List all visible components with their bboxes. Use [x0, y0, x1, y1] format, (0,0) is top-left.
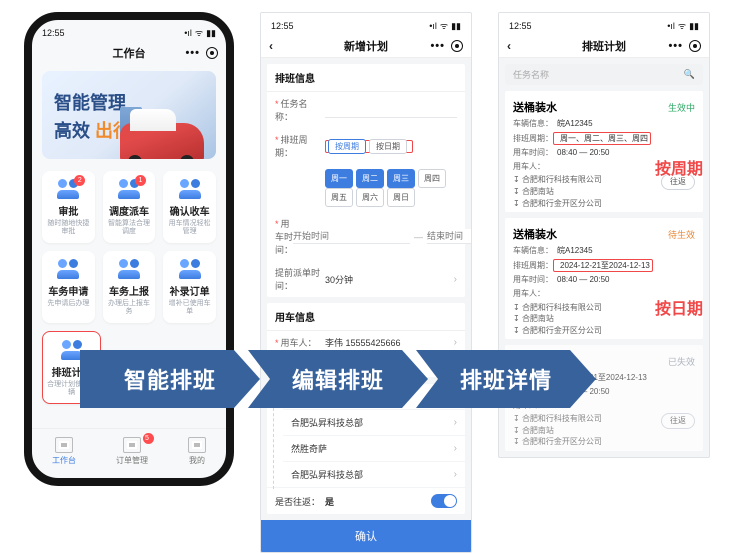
value-user: 李伟 15555425666 [325, 336, 401, 349]
cycle-highlight: 2024-12-21至2024-12-13 [553, 259, 653, 273]
more-icon[interactable] [430, 40, 445, 52]
phone-workbench: 12:55 •ılᯤ▮▮ 工作台 智能管理 高效 出行 2 审批 随时随地快捷审… [24, 12, 234, 486]
navbar: ‹ 排班计划 [499, 34, 709, 58]
label-time: 用车时间： [275, 217, 293, 256]
flow-steps: 智能排班 编辑排班 排班详情 [80, 350, 584, 408]
card-approval[interactable]: 2 审批 随时随地快捷审批 [42, 171, 95, 243]
tab-orders[interactable]: 5订单管理 [116, 437, 148, 466]
section-schedule-info: 排班信息 任务名称： 排班周期： 按周期按日期 周一 周二 周三 周四 周五 周… [267, 64, 465, 297]
hero-banner[interactable]: 智能管理 高效 出行 [42, 71, 216, 159]
flow-step-2: 编辑排班 [248, 350, 428, 408]
search-box[interactable]: 任务名称🔍 [505, 64, 703, 85]
pill-sun[interactable]: 周日 [387, 188, 415, 207]
roundtrip-pill[interactable]: 往返 [661, 413, 695, 429]
annotation-by-week: 按周期 [655, 155, 703, 179]
card-return[interactable]: 确认收车 用车情况轻松管理 [163, 171, 216, 243]
cycle-highlight: 周一、周二、周三、周四 [553, 132, 651, 146]
more-icon[interactable] [668, 40, 683, 52]
card-report[interactable]: 车务上报 办理后上报车务 [103, 251, 156, 323]
clock: 12:55 [42, 28, 65, 38]
row-roundtrip: 是否往返： 是 [267, 487, 465, 514]
input-end-time[interactable] [427, 229, 472, 244]
tab-workbench[interactable]: 工作台 [52, 437, 76, 466]
status-badge: 待生效 [668, 228, 695, 241]
flow-step-1: 智能排班 [80, 350, 260, 408]
pill-wed[interactable]: 周三 [387, 169, 415, 188]
pill-tue[interactable]: 周二 [356, 169, 384, 188]
label-cycle: 排班周期： [275, 133, 325, 159]
stop-sub[interactable]: 合肥弘昇科技总部› [283, 461, 465, 487]
pill-by-date[interactable]: 按日期 [369, 139, 407, 154]
page-title: 新增计划 [344, 38, 388, 54]
flow-step-3: 排班详情 [416, 350, 596, 408]
label-ahead: 提前派单时间： [275, 266, 325, 292]
grid-icon [188, 437, 206, 453]
back-icon[interactable]: ‹ [269, 39, 273, 53]
banner-line1: 智能管理 [54, 89, 126, 115]
pill-sat[interactable]: 周六 [356, 188, 384, 207]
page-title: 工作台 [113, 45, 146, 61]
annotation-by-date: 按日期 [655, 295, 703, 319]
status-bar: 12:55 •ılᯤ▮▮ [499, 13, 709, 34]
status-icons: •ılᯤ▮▮ [181, 26, 216, 39]
label-user: 用车人： [275, 336, 325, 349]
phone-new-plan: 12:55 •ılᯤ▮▮ ‹ 新增计划 排班信息 任务名称： 排班周期： 按周期… [260, 12, 472, 553]
car-illustration [120, 123, 204, 159]
pill-by-week[interactable]: 按周期 [328, 139, 366, 154]
confirm-button[interactable]: 确认 [261, 520, 471, 552]
target-icon[interactable] [689, 40, 701, 52]
input-start-time[interactable] [293, 229, 410, 244]
label-task-name: 任务名称： [275, 97, 325, 123]
card-supplement[interactable]: 补录订单 增补已使用车单 [163, 251, 216, 323]
navbar: ‹ 新增计划 [261, 34, 471, 58]
more-icon[interactable] [185, 47, 200, 59]
grid-icon [123, 437, 141, 453]
badge: 2 [74, 175, 85, 186]
plan-card[interactable]: 送桶装水待生效 车辆信息：皖A12345 排班周期：2024-12-21至202… [505, 218, 703, 339]
card-apply[interactable]: 车务申请 先申请后办理 [42, 251, 95, 323]
target-icon[interactable] [206, 47, 218, 59]
value-ahead[interactable]: 30分钟 [325, 273, 353, 286]
status-badge: 已失效 [668, 355, 695, 368]
navbar: 工作台 [32, 41, 226, 65]
tab-bar: 工作台 5订单管理 我的 [32, 428, 226, 468]
pill-mon[interactable]: 周一 [325, 169, 353, 188]
chevron-icon[interactable]: › [454, 337, 457, 348]
tab-mine[interactable]: 我的 [188, 437, 206, 466]
target-icon[interactable] [451, 40, 463, 52]
stop-sub[interactable]: 合肥弘昇科技总部› [283, 409, 465, 435]
status-bar: 12:55 •ılᯤ▮▮ [32, 20, 226, 41]
stop-sub[interactable]: 然胜奇萨› [283, 435, 465, 461]
page-title: 排班计划 [582, 38, 626, 54]
pill-thu[interactable]: 周四 [418, 169, 446, 188]
pill-fri[interactable]: 周五 [325, 188, 353, 207]
badge: 1 [135, 175, 146, 186]
back-icon[interactable]: ‹ [507, 39, 511, 53]
grid-icon [55, 437, 73, 453]
card-dispatch[interactable]: 1 调度派车 智能算法合理调度 [103, 171, 156, 243]
status-badge: 生效中 [668, 101, 695, 114]
status-bar: 12:55 •ılᯤ▮▮ [261, 13, 471, 34]
plan-card[interactable]: 送桶装水生效中 车辆信息：皖A12345 排班周期：周一、周二、周三、周四 用车… [505, 91, 703, 212]
cycle-option-highlight: 按周期按日期 [325, 140, 413, 153]
search-icon: 🔍 [684, 69, 695, 80]
toggle-roundtrip[interactable] [431, 494, 457, 508]
input-task-name[interactable] [325, 103, 457, 118]
